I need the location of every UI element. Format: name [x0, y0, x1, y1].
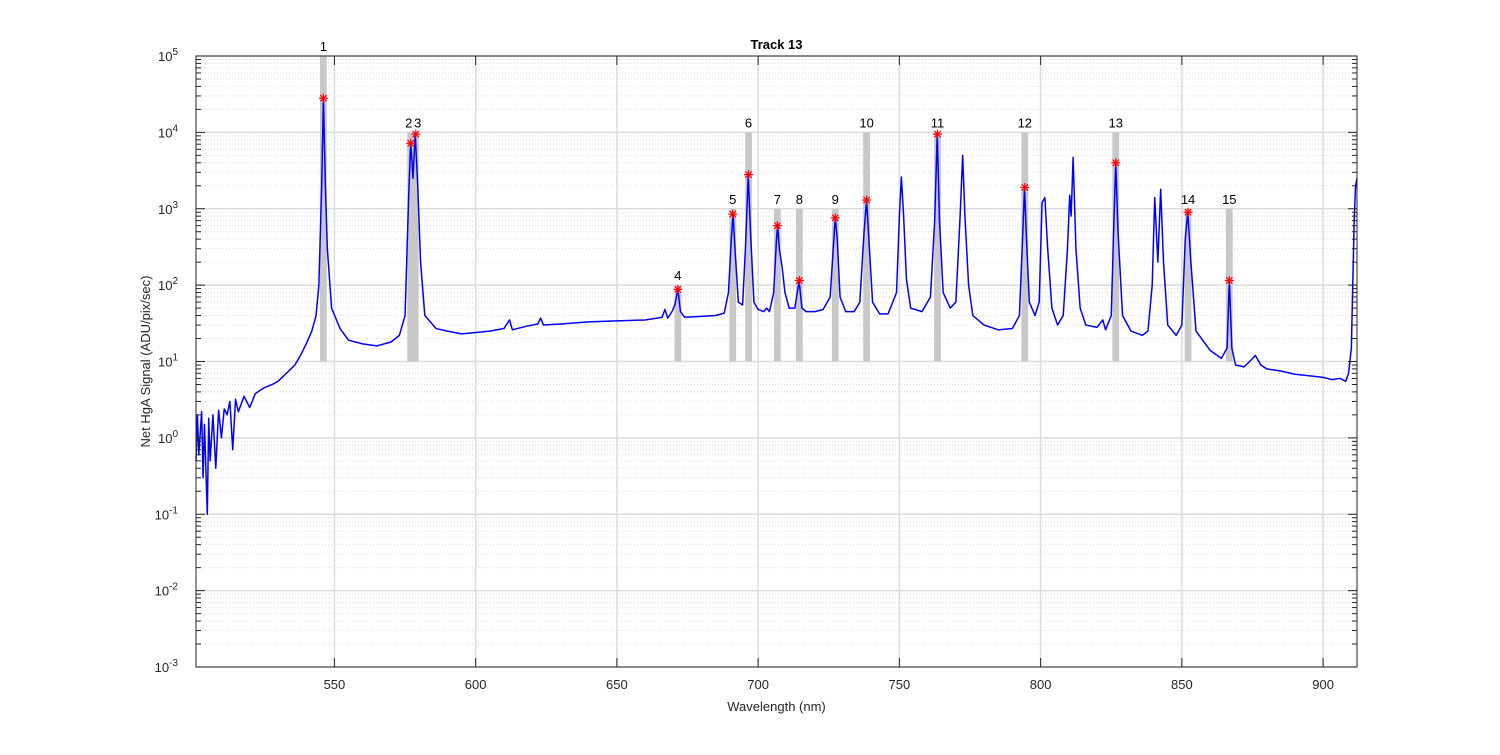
x-tick-label: 700 [747, 677, 769, 692]
peak-marker [1111, 158, 1121, 168]
y-tick-label: 104 [158, 123, 178, 140]
x-tick-label: 650 [606, 677, 628, 692]
y-tick-exponent: 1 [172, 353, 178, 364]
x-axis-label: Wavelength (nm) [727, 699, 826, 714]
peak-marker [830, 213, 840, 223]
y-tick-label: 105 [158, 47, 178, 64]
x-tick-label: 900 [1312, 677, 1334, 692]
y-tick-base: 10 [158, 202, 172, 217]
x-tick-label: 600 [465, 677, 487, 692]
peak-label: 13 [1109, 115, 1123, 130]
peak-marker [1183, 207, 1193, 217]
peak-marker [411, 129, 421, 139]
spectrum-chart: 12 34567 8 910 11 12 1314 15 550 600 650 700 750 800… [138, 37, 1358, 714]
peak-marker [744, 170, 754, 180]
y-tick-base: 10 [158, 49, 172, 64]
y-tick-label: 102 [158, 276, 178, 293]
peak-marker [406, 138, 416, 148]
peak-label: 10 [859, 115, 873, 130]
y-tick-exponent: 5 [172, 47, 178, 58]
y-tick-base: 10 [155, 507, 169, 522]
x-tick-label: 550 [324, 677, 346, 692]
y-tick-label: 100 [158, 429, 178, 446]
y-tick-exponent: 3 [172, 200, 178, 211]
y-tick-base: 10 [158, 355, 172, 370]
peak-label: 11 [931, 115, 945, 130]
peak-label: 3 [414, 115, 421, 130]
x-tick-label: 800 [1030, 677, 1052, 692]
y-tick-base: 10 [155, 584, 169, 599]
y-tick-labels: 10-310-210-1100101102103104105 [155, 47, 179, 675]
peak-label: 8 [796, 192, 803, 207]
peak-label: 7 [774, 192, 781, 207]
peak-label: 2 [405, 115, 412, 130]
y-tick-base: 10 [155, 660, 169, 675]
peak-marker [1224, 275, 1234, 285]
peak-label: 15 [1222, 192, 1236, 207]
x-tick-label: 850 [1171, 677, 1193, 692]
y-tick-exponent: -1 [169, 505, 178, 516]
y-tick-label: 103 [158, 200, 178, 217]
peak-label: 9 [832, 192, 839, 207]
chart-title: Track 13 [750, 37, 802, 52]
y-tick-exponent: 4 [172, 123, 178, 134]
x-tick-labels: 550 600 650 700 750 800 850 900 [324, 677, 1334, 692]
y-tick-exponent: -3 [169, 658, 178, 669]
y-tick-base: 10 [158, 278, 172, 293]
peak-marker [318, 93, 328, 103]
peak-label: 14 [1181, 192, 1195, 207]
peak-marker [673, 284, 683, 294]
peak-band [729, 208, 737, 362]
peak-marker [728, 209, 738, 219]
peak-marker [772, 221, 782, 231]
x-tick-label: 750 [889, 677, 911, 692]
y-tick-label: 10-1 [155, 505, 179, 522]
peak-band [674, 285, 682, 362]
peak-marker [862, 195, 872, 205]
y-tick-base: 10 [158, 125, 172, 140]
peak-label: 1 [320, 39, 327, 54]
peak-marker [933, 129, 943, 139]
peak-marker [1020, 182, 1030, 192]
y-tick-label: 10-3 [155, 658, 179, 675]
peak-label: 5 [729, 192, 736, 207]
peak-label: 4 [674, 268, 681, 283]
peak-band [831, 208, 839, 362]
y-tick-base: 10 [158, 431, 172, 446]
y-tick-exponent: 0 [172, 429, 178, 440]
peak-marker [794, 275, 804, 285]
figure: 1 2 3 4 5 6 7 8 9 10 11 12 13 14 15 550 600 650 700 750 800… [0, 0, 1500, 750]
y-tick-exponent: -2 [169, 582, 178, 593]
y-axis-label: Net HgA Signal (ADU/pix/sec) [138, 276, 153, 448]
peak-label: 12 [1018, 115, 1032, 130]
y-tick-exponent: 2 [172, 276, 178, 287]
y-tick-label: 101 [158, 353, 178, 370]
y-tick-label: 10-2 [155, 582, 179, 599]
peak-label: 6 [745, 115, 752, 130]
